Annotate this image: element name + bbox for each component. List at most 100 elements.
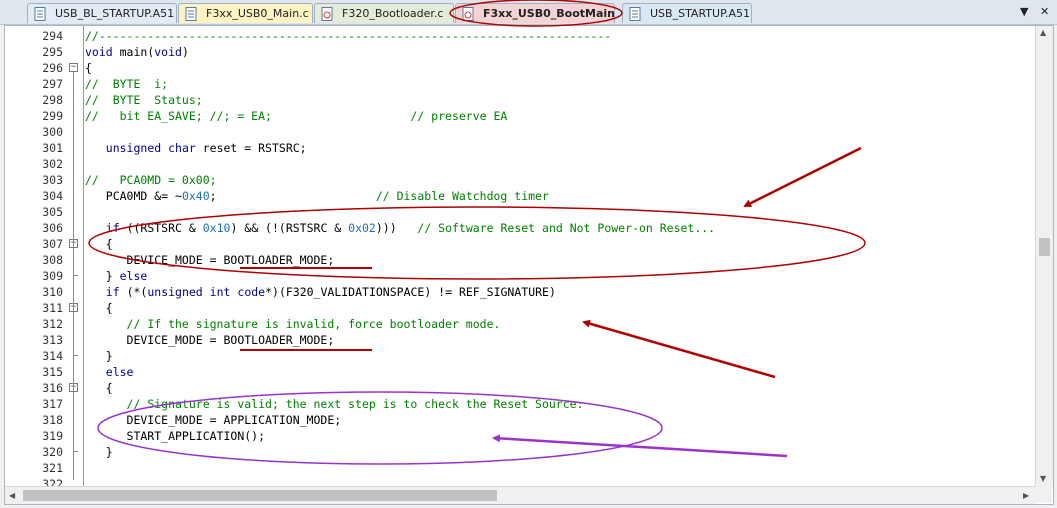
code-text: void main(void) [85, 45, 189, 59]
line-number: 301 [42, 141, 63, 155]
scroll-up-icon[interactable]: ▲ [1040, 28, 1046, 37]
scroll-right-icon[interactable]: ▶ [1023, 491, 1029, 500]
fold-toggle-icon[interactable]: − [69, 63, 78, 72]
tab-f320-bootloader[interactable]: F320_Bootloader.c [314, 3, 454, 23]
code-text: //--------------------------------------… [85, 29, 612, 43]
code-line[interactable]: 294 //-----------------------------------… [5, 28, 1035, 44]
tab-usb-startup[interactable]: USB_STARTUP.A51 [622, 3, 752, 23]
code-editor[interactable]: 294 //-----------------------------------… [4, 25, 1054, 505]
horizontal-scrollbar[interactable]: ◀ ▶ [5, 486, 1035, 504]
tab-f3xx-usb0-main[interactable]: F3xx_USB0_Main.c [178, 3, 313, 23]
code-text: // Signature is valid; the next step is … [126, 397, 584, 411]
code-line[interactable]: 300 [5, 124, 1035, 140]
code-line[interactable]: 306 if ((RSTSRC & 0x10) && (!(RSTSRC & 0… [5, 220, 1035, 236]
line-number: 295 [42, 45, 63, 59]
code-line[interactable]: 321 [5, 460, 1035, 476]
tab-label: F320_Bootloader.c [342, 7, 444, 20]
horizontal-scroll-thumb[interactable] [23, 490, 497, 501]
code-line[interactable]: 312 // If the signature is invalid, forc… [5, 316, 1035, 332]
line-number: 317 [42, 397, 63, 411]
code-line[interactable]: 313 DEVICE_MODE = BOOTLOADER_MODE; [5, 332, 1035, 348]
code-text: DEVICE_MODE = APPLICATION_MODE; [85, 413, 342, 427]
code-line[interactable]: 315 else [5, 364, 1035, 380]
line-number: 316 [42, 381, 63, 395]
line-number: 321 [42, 461, 63, 475]
code-line[interactable]: 307− { [5, 236, 1035, 252]
line-number: 318 [42, 413, 63, 427]
file-icon [34, 6, 47, 21]
code-line[interactable]: 317 // Signature is valid; the next step… [5, 396, 1035, 412]
code-text: { [85, 381, 113, 395]
code-line[interactable]: 314 } [5, 348, 1035, 364]
tab-f3xx-usb0-bootmain[interactable]: F3xx_USB0_BootMain.c [455, 3, 615, 23]
line-number: 309 [42, 269, 63, 283]
code-line[interactable]: 308 DEVICE_MODE = BOOTLOADER_MODE; [5, 252, 1035, 268]
code-text: if ((RSTSRC & 0x10) && (!(RSTSRC & 0x02)… [105, 221, 716, 235]
code-text: if (*(unsigned int code*)(F320_VALIDATIO… [105, 285, 556, 299]
line-number: 313 [42, 333, 63, 347]
code-area[interactable]: 294 //-----------------------------------… [5, 26, 1053, 491]
code-text: } else [85, 269, 148, 283]
code-line[interactable]: 318 DEVICE_MODE = APPLICATION_MODE; [5, 412, 1035, 428]
code-text: PCA0MD &= ~0x40; // Disable Watchdog tim… [85, 189, 549, 203]
line-number: 298 [42, 93, 63, 107]
code-text: // If the signature is invalid, force bo… [126, 317, 501, 331]
code-line[interactable]: 316− { [5, 380, 1035, 396]
line-number: 303 [42, 173, 63, 187]
code-line[interactable]: 305 [5, 204, 1035, 220]
code-text: unsigned char reset = RSTSRC; [105, 141, 307, 155]
code-line[interactable]: 310 if (*(unsigned int code*)(F320_VALID… [5, 284, 1035, 300]
code-line[interactable]: 298 // BYTE Status; [5, 92, 1035, 108]
code-line[interactable]: 297 // BYTE i; [5, 76, 1035, 92]
line-number: 302 [42, 157, 63, 171]
code-line[interactable]: 304 PCA0MD &= ~0x40; // Disable Watchdog… [5, 188, 1035, 204]
code-line[interactable]: 302 [5, 156, 1035, 172]
line-number: 311 [42, 301, 63, 315]
code-line[interactable]: 320 } [5, 444, 1035, 460]
line-number: 310 [42, 285, 63, 299]
code-line[interactable]: 311− { [5, 300, 1035, 316]
code-line[interactable]: 301 unsigned char reset = RSTSRC; [5, 140, 1035, 156]
vertical-scroll-thumb[interactable] [1039, 238, 1050, 256]
tab-dropdown-icon[interactable]: ▼ [1020, 5, 1028, 18]
code-line[interactable]: 295 void main(void) [5, 44, 1035, 60]
code-text: } [85, 349, 113, 363]
code-text: else [105, 365, 134, 379]
code-text: // BYTE i; [85, 77, 169, 91]
code-line[interactable]: 296−{ [5, 60, 1035, 76]
c-file-icon [321, 6, 334, 21]
line-number: 297 [42, 77, 63, 91]
scroll-left-icon[interactable]: ◀ [9, 491, 15, 500]
editor-tab-bar: USB_BL_STARTUP.A51 F3xx_USB0_Main.c F320… [0, 0, 1057, 25]
line-number: 307 [42, 237, 63, 251]
close-tab-icon[interactable]: ✕ [1040, 5, 1049, 18]
code-line[interactable]: 309 } else [5, 268, 1035, 284]
fold-guide [73, 312, 74, 352]
scrollbar-corner [1035, 486, 1052, 503]
code-text: DEVICE_MODE = BOOTLOADER_MODE; [85, 333, 335, 347]
vertical-scrollbar[interactable]: ▲ ▼ [1035, 26, 1053, 486]
code-line[interactable]: 299 // bit EA_SAVE; //; = EA; // preserve… [5, 108, 1035, 124]
scroll-down-icon[interactable]: ▼ [1040, 474, 1046, 483]
c-file-icon [462, 6, 475, 21]
tab-label: USB_STARTUP.A51 [650, 7, 751, 20]
file-icon [185, 6, 198, 21]
line-number: 308 [42, 253, 63, 267]
line-number: 319 [42, 429, 63, 443]
tab-usb-bl-startup[interactable]: USB_BL_STARTUP.A51 [27, 3, 177, 23]
code-text: // PCA0MD = 0x00; [85, 173, 217, 187]
code-text: { [85, 61, 92, 75]
line-number: 304 [42, 189, 63, 203]
code-line[interactable]: 303 // PCA0MD = 0x00; [5, 172, 1035, 188]
tab-label: F3xx_USB0_BootMain.c [483, 7, 615, 20]
code-text: // bit EA_SAVE; //; = EA; // preserve EA [85, 109, 508, 123]
tab-label: F3xx_USB0_Main.c [206, 7, 309, 20]
line-number: 312 [42, 317, 63, 331]
code-text: } [85, 445, 113, 459]
code-line[interactable]: 319 START_APPLICATION(); [5, 428, 1035, 444]
fold-guide [73, 392, 74, 448]
line-number: 306 [42, 221, 63, 235]
tab-label: USB_BL_STARTUP.A51 [55, 7, 175, 20]
code-text: START_APPLICATION(); [85, 429, 266, 443]
line-number: 315 [42, 365, 63, 379]
